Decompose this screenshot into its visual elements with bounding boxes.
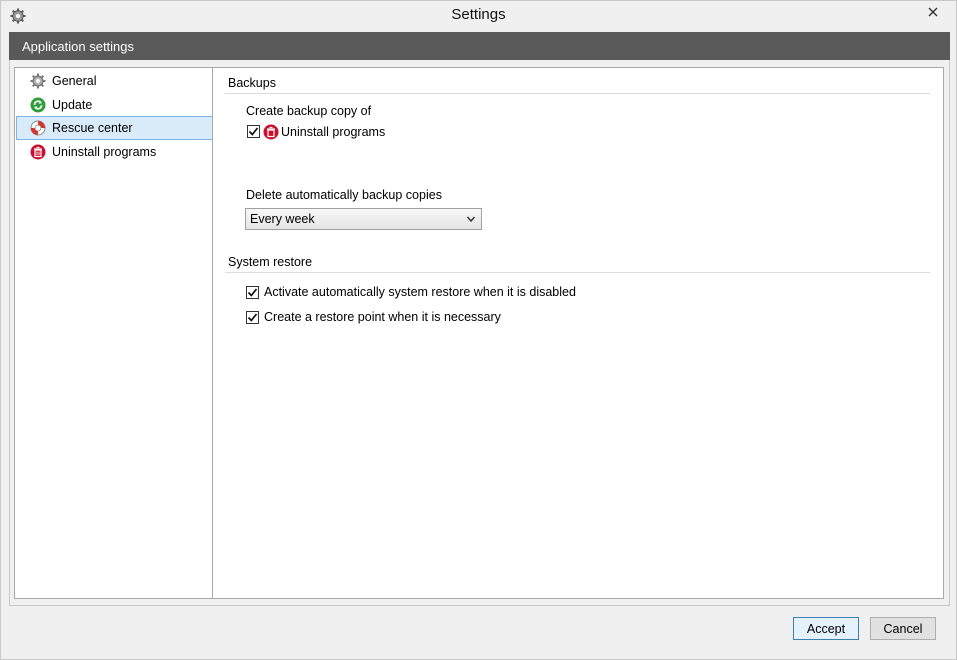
rescue-center-panel: Backups Create backup copy of Uninstall … (212, 67, 944, 599)
uninstall-icon (263, 124, 279, 140)
uninstall-programs-checkbox[interactable] (247, 125, 260, 138)
checkmark-icon (247, 288, 258, 297)
sidebar-item-rescue-center[interactable]: Rescue center (16, 116, 213, 140)
checkmark-icon (248, 127, 259, 136)
delete-frequency-select[interactable]: Every week (245, 208, 482, 230)
chevron-down-icon (466, 216, 476, 223)
sidebar-item-label: General (52, 74, 97, 88)
uninstall-icon (30, 144, 46, 160)
close-button[interactable] (910, 1, 956, 23)
create-backup-label: Create backup copy of (246, 104, 372, 118)
sidebar-item-label: Uninstall programs (52, 145, 157, 159)
create-restore-point-label: Create a restore point when it is necess… (264, 310, 501, 324)
title-bar[interactable]: Settings (1, 1, 956, 32)
delete-backup-label: Delete automatically backup copies (246, 188, 442, 202)
activate-system-restore-label: Activate automatically system restore wh… (264, 285, 576, 299)
settings-window: Settings Application settings General Up… (0, 0, 957, 660)
cancel-button[interactable]: Cancel (870, 617, 936, 640)
select-value: Every week (250, 212, 315, 226)
create-restore-point-checkbox[interactable] (246, 311, 259, 324)
sidebar-item-general[interactable]: General (16, 69, 213, 93)
uninstall-programs-label: Uninstall programs (281, 125, 386, 139)
sidebar-item-update[interactable]: Update (16, 93, 213, 117)
backups-section-title: Backups (228, 76, 276, 90)
sidebar-item-label: Rescue center (52, 121, 133, 135)
system-restore-section-title: System restore (228, 255, 313, 269)
section-divider (225, 93, 930, 94)
gear-icon (30, 73, 46, 89)
sidebar-item-label: Update (52, 98, 93, 112)
sidebar: General Update Rescue center Uninstall p… (14, 67, 213, 599)
checkmark-icon (247, 313, 258, 322)
accept-button[interactable]: Accept (793, 617, 859, 640)
section-divider (225, 272, 930, 273)
close-icon (928, 7, 938, 17)
lifebuoy-icon (30, 120, 46, 136)
refresh-icon (30, 97, 46, 113)
banner: Application settings (9, 32, 950, 60)
activate-system-restore-checkbox[interactable] (246, 286, 259, 299)
sidebar-item-uninstall-programs[interactable]: Uninstall programs (16, 140, 213, 164)
window-title: Settings (451, 6, 506, 23)
